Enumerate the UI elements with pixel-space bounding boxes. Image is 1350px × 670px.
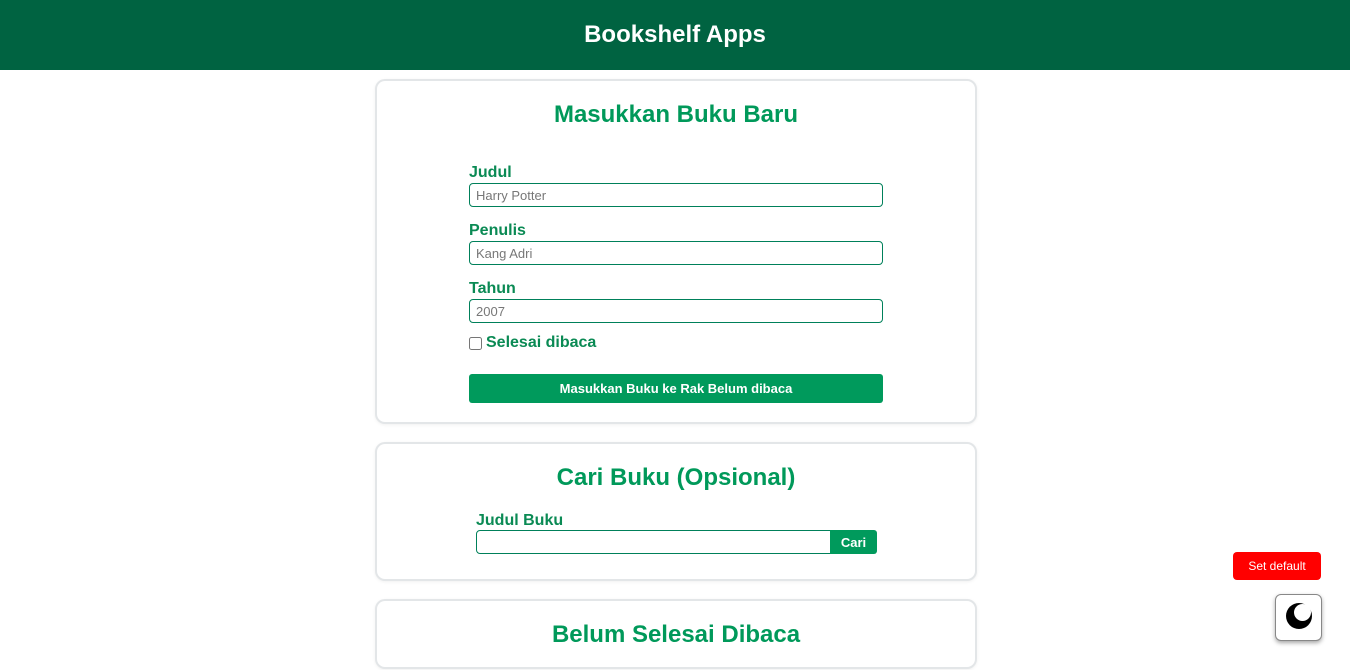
input-section-title: Masukkan Buku Baru: [553, 101, 799, 128]
submit-book-button[interactable]: Masukkan Buku ke Rak Belum dibaca: [469, 374, 883, 403]
title-label: Judul: [469, 164, 512, 181]
search-section-title: Cari Buku (Opsional): [556, 464, 796, 491]
is-complete-label[interactable]: Selesai dibaca: [486, 334, 596, 352]
app-title: Bookshelf Apps: [584, 21, 766, 48]
input-book-card: Masukkan Buku Baru Judul Penulis Tahun S…: [375, 79, 977, 424]
year-label: Tahun: [469, 280, 516, 297]
search-input[interactable]: [476, 530, 831, 554]
is-complete-row: Selesai dibaca: [469, 334, 596, 352]
year-input[interactable]: [469, 299, 883, 323]
moon-icon: [1285, 602, 1313, 633]
search-book-card: Cari Buku (Opsional) Judul Buku Cari: [375, 442, 977, 581]
unread-section-title: Belum Selesai Dibaca: [551, 621, 801, 648]
search-button[interactable]: Cari: [830, 530, 877, 554]
set-default-button[interactable]: Set default: [1233, 552, 1321, 580]
search-label: Judul Buku: [476, 512, 564, 529]
author-label: Penulis: [469, 222, 526, 239]
unread-shelf-card: Belum Selesai Dibaca: [375, 599, 977, 669]
title-input[interactable]: [469, 183, 883, 207]
is-complete-checkbox[interactable]: [469, 336, 482, 350]
dark-mode-toggle[interactable]: [1275, 594, 1322, 641]
app-header: Bookshelf Apps: [0, 0, 1350, 70]
author-input[interactable]: [469, 241, 883, 265]
